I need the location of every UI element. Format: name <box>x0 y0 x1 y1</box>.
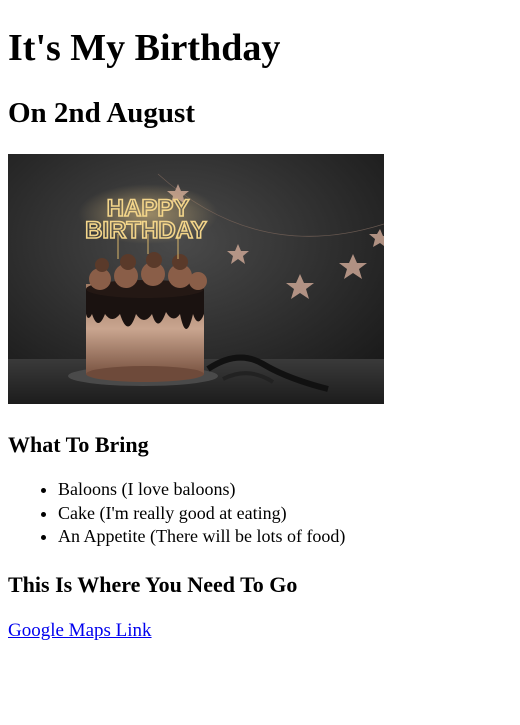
bring-list: Baloons (I love baloons) Cake (I'm reall… <box>8 478 512 549</box>
bring-heading: What To Bring <box>8 432 149 457</box>
link-paragraph: Google Maps Link <box>8 619 512 643</box>
list-item: An Appetite (There will be lots of food) <box>58 525 512 549</box>
page-title: It's My Birthday <box>8 27 281 69</box>
location-heading: This Is Where You Need To Go <box>8 571 298 597</box>
page-content: It's My Birthday On 2nd August HAPPY BIR… <box>0 26 520 643</box>
list-item: Baloons (I love baloons) <box>58 478 512 502</box>
date-heading: On 2nd August <box>8 97 195 129</box>
topper-text-line2: BIRTHDAY <box>85 217 207 244</box>
birthday-cake-image: HAPPY BIRTHDAY <box>8 154 384 404</box>
list-item: Cake (I'm really good at eating) <box>58 502 512 526</box>
google-maps-link[interactable]: Google Maps Link <box>8 620 152 641</box>
